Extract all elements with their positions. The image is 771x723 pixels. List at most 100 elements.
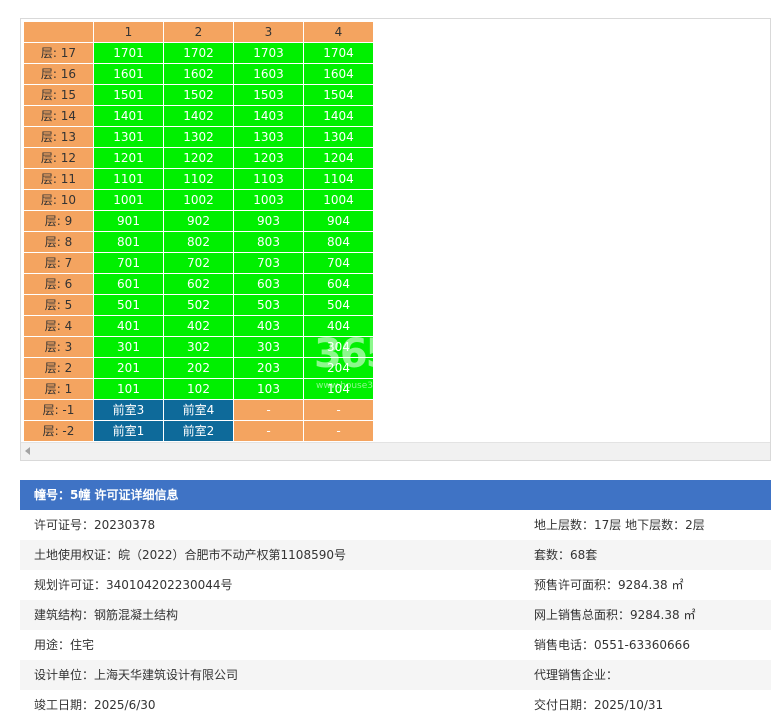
unit-cell[interactable]: 1103: [233, 168, 304, 190]
unit-cell[interactable]: 1604: [303, 63, 374, 85]
unit-cell[interactable]: 前室4: [163, 399, 234, 421]
unit-cell[interactable]: 201: [93, 357, 164, 379]
unit-cell[interactable]: 903: [233, 210, 304, 232]
unit-cell[interactable]: 304: [303, 336, 374, 358]
unit-cell[interactable]: 1504: [303, 84, 374, 106]
unit-cell[interactable]: 1401: [93, 105, 164, 127]
info-right-field: 网上销售总面积：9284.38 ㎡: [534, 608, 696, 622]
floor-label: 层: 11: [23, 168, 94, 190]
unit-cell[interactable]: 702: [163, 252, 234, 274]
unit-cell[interactable]: 704: [303, 252, 374, 274]
unit-cell[interactable]: 904: [303, 210, 374, 232]
horizontal-scrollbar[interactable]: [21, 442, 770, 460]
unit-cell[interactable]: 1501: [93, 84, 164, 106]
unit-cell[interactable]: 401: [93, 315, 164, 337]
info-right-field: 预售许可面积：9284.38 ㎡: [534, 578, 684, 592]
floor-label: 层: 1: [23, 378, 94, 400]
unit-cell[interactable]: 502: [163, 294, 234, 316]
unit-cell[interactable]: 前室3: [93, 399, 164, 421]
unit-cell[interactable]: 504: [303, 294, 374, 316]
unit-cell[interactable]: 302: [163, 336, 234, 358]
unit-cell[interactable]: 1004: [303, 189, 374, 211]
unit-cell[interactable]: 1101: [93, 168, 164, 190]
unit-cell[interactable]: 1402: [163, 105, 234, 127]
unit-cell[interactable]: 902: [163, 210, 234, 232]
unit-cell[interactable]: 701: [93, 252, 164, 274]
unit-cell[interactable]: 1603: [233, 63, 304, 85]
column-header: 4: [303, 21, 374, 43]
unit-cell[interactable]: 1102: [163, 168, 234, 190]
unit-cell[interactable]: 1303: [233, 126, 304, 148]
floor-row: 层: 17 1701 1702 1703 1704: [23, 42, 374, 64]
floor-row: 层: 5 501 502 503 504: [23, 294, 374, 316]
unit-cell[interactable]: 102: [163, 378, 234, 400]
unit-cell[interactable]: 703: [233, 252, 304, 274]
empty-unit-cell: -: [303, 399, 374, 421]
unit-cell[interactable]: 403: [233, 315, 304, 337]
unit-cell[interactable]: 1203: [233, 147, 304, 169]
unit-cell[interactable]: 1602: [163, 63, 234, 85]
floor-label: 层: 15: [23, 84, 94, 106]
floor-label: 层: 17: [23, 42, 94, 64]
info-left-field: 设计单位：上海天华建筑设计有限公司: [34, 668, 239, 682]
info-right-field: 销售电话：0551-63360666: [534, 638, 690, 652]
unit-cell[interactable]: 1403: [233, 105, 304, 127]
unit-cell[interactable]: 501: [93, 294, 164, 316]
unit-cell[interactable]: 1202: [163, 147, 234, 169]
unit-grid-scroll-area[interactable]: 1 2 3 4 层: 17 1701 1702 1703 1704 层: 16 1601 1602 16…: [21, 19, 770, 442]
unit-cell[interactable]: 1701: [93, 42, 164, 64]
empty-unit-cell: -: [303, 420, 374, 442]
unit-cell[interactable]: 1201: [93, 147, 164, 169]
floor-label: 层: 3: [23, 336, 94, 358]
unit-cell[interactable]: 1503: [233, 84, 304, 106]
unit-cell[interactable]: 103: [233, 378, 304, 400]
unit-cell[interactable]: 101: [93, 378, 164, 400]
unit-cell[interactable]: 301: [93, 336, 164, 358]
unit-cell[interactable]: 1704: [303, 42, 374, 64]
floor-label: 层: 5: [23, 294, 94, 316]
unit-cell[interactable]: 1302: [163, 126, 234, 148]
unit-cell[interactable]: 1702: [163, 42, 234, 64]
info-right-field: 代理销售企业：: [534, 668, 619, 682]
floor-label: 层: 7: [23, 252, 94, 274]
unit-cell[interactable]: 1703: [233, 42, 304, 64]
unit-cell[interactable]: 104: [303, 378, 374, 400]
unit-cell[interactable]: 603: [233, 273, 304, 295]
unit-cell[interactable]: 1301: [93, 126, 164, 148]
unit-cell[interactable]: 1404: [303, 105, 374, 127]
unit-cell[interactable]: 803: [233, 231, 304, 253]
unit-cell[interactable]: 1304: [303, 126, 374, 148]
unit-cell[interactable]: 1002: [163, 189, 234, 211]
unit-cell[interactable]: 602: [163, 273, 234, 295]
unit-cell[interactable]: 303: [233, 336, 304, 358]
unit-cell[interactable]: 1601: [93, 63, 164, 85]
unit-cell[interactable]: 402: [163, 315, 234, 337]
unit-cell[interactable]: 1001: [93, 189, 164, 211]
unit-cell[interactable]: 1204: [303, 147, 374, 169]
floor-row: 层: -1 前室3 前室4- -: [23, 399, 374, 421]
unit-cell[interactable]: 203: [233, 357, 304, 379]
unit-cell[interactable]: 1104: [303, 168, 374, 190]
info-right-field: 交付日期：2025/10/31: [534, 698, 664, 712]
unit-cell[interactable]: 802: [163, 231, 234, 253]
unit-cell[interactable]: 604: [303, 273, 374, 295]
floor-row: 层: 13 1301 1302 1303 1304: [23, 126, 374, 148]
unit-cell[interactable]: 804: [303, 231, 374, 253]
floor-label: 层: 12: [23, 147, 94, 169]
unit-table-header-row: 1234: [23, 21, 374, 43]
unit-cell[interactable]: 1003: [233, 189, 304, 211]
unit-cell[interactable]: 202: [163, 357, 234, 379]
unit-cell[interactable]: 503: [233, 294, 304, 316]
unit-cell[interactable]: 1502: [163, 84, 234, 106]
info-row: 用途：住宅 销售电话：0551-63360666: [20, 630, 771, 660]
unit-cell[interactable]: 601: [93, 273, 164, 295]
unit-cell[interactable]: 前室1: [93, 420, 164, 442]
unit-cell[interactable]: 前室2: [163, 420, 234, 442]
unit-cell[interactable]: 404: [303, 315, 374, 337]
scroll-left-arrow-icon[interactable]: [25, 447, 30, 455]
unit-cell[interactable]: 801: [93, 231, 164, 253]
floor-row: 层: 7 701 702 703 704: [23, 252, 374, 274]
column-header: 3: [233, 21, 304, 43]
unit-cell[interactable]: 204: [303, 357, 374, 379]
unit-cell[interactable]: 901: [93, 210, 164, 232]
